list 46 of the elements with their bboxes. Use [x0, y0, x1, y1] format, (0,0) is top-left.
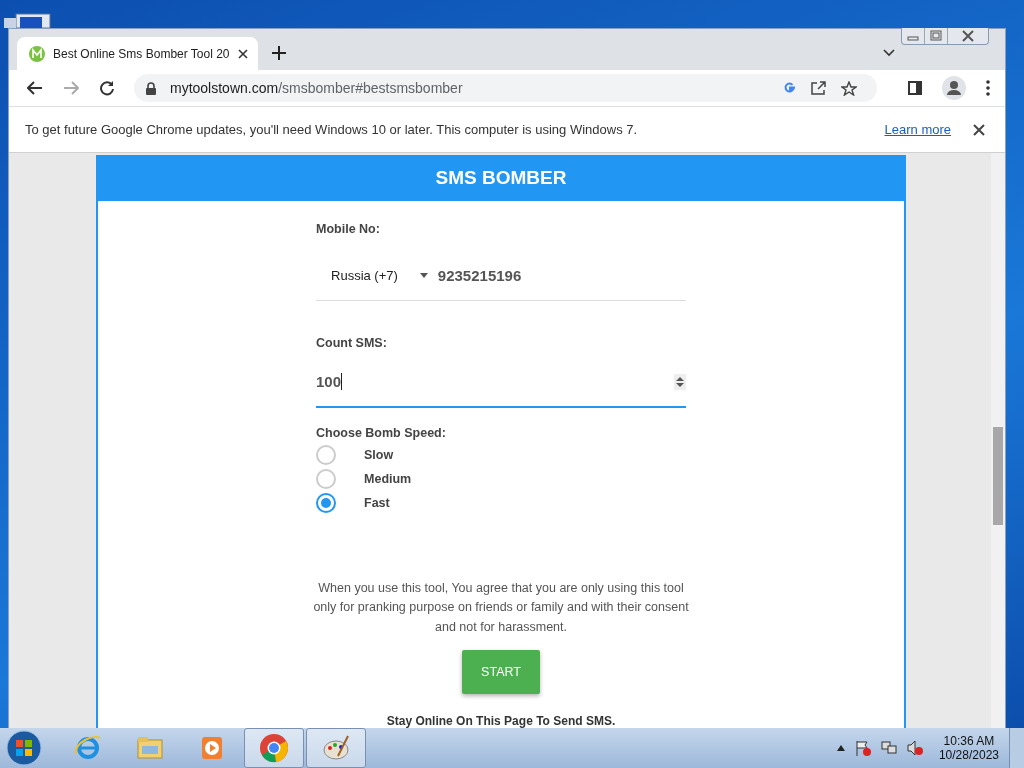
chrome-icon	[258, 732, 290, 764]
caret-icon	[419, 273, 428, 278]
speed-option-label[interactable]: Slow	[364, 447, 394, 462]
disclaimer-text: When you use this tool, You agree that you are only using this tool only for pranking purpose on friends or family and with their consent and not for harassment.	[312, 579, 690, 636]
mobile-label: Mobile No:	[316, 221, 381, 236]
browser-tab[interactable]: Best Online Sms Bomber Tool 20	[17, 37, 258, 70]
speaker-muted-icon[interactable]	[906, 740, 923, 756]
side-panel-icon[interactable]	[908, 81, 922, 95]
speed-label: Choose Bomb Speed:	[316, 425, 447, 440]
radio-button[interactable]	[316, 468, 336, 489]
new-tab-icon[interactable]	[271, 46, 286, 60]
speed-option-label[interactable]: Fast	[364, 495, 390, 510]
taskbar-button[interactable]	[244, 728, 304, 768]
menu-icon[interactable]	[986, 80, 990, 96]
flag-icon[interactable]	[854, 740, 871, 756]
count-field[interactable]: 100	[316, 357, 686, 408]
country-dropdown[interactable]: Russia (+7)	[316, 268, 428, 283]
speed-option-label[interactable]: Medium	[364, 471, 412, 486]
lock-icon	[146, 81, 156, 95]
taskbar-button[interactable]	[306, 728, 366, 768]
count-label: Count SMS:	[316, 335, 388, 350]
address-bar[interactable]: mytoolstown.com/smsbomber#bestsmsbomber	[134, 74, 877, 102]
start-orb-icon[interactable]	[6, 730, 42, 766]
chevron-down-icon[interactable]	[883, 49, 895, 57]
scrollbar-thumb[interactable]	[993, 427, 1003, 525]
spinner-icon[interactable]	[674, 373, 686, 390]
star-icon[interactable]	[841, 80, 857, 96]
radio-button[interactable]	[316, 444, 336, 465]
learn-more-link[interactable]: Learn more	[884, 122, 951, 137]
update-message: To get future Google Chrome updates, you'll need Windows 10 or later. This computer is using Windows 7.	[25, 122, 638, 137]
radio-button[interactable]	[316, 492, 336, 513]
footer-note: Stay Online On This Page To Send SMS.	[386, 714, 616, 728]
back-arrow-icon[interactable]	[27, 81, 43, 95]
phone-number: 9235215196	[437, 267, 522, 284]
reload-icon[interactable]	[99, 80, 115, 96]
show-hidden-icons-icon[interactable]	[836, 745, 845, 751]
close-icon[interactable]	[973, 123, 985, 136]
profile-icon[interactable]	[942, 76, 966, 100]
site-logo-icon	[29, 45, 45, 62]
phone-field[interactable]: Russia (+7) 9235215196	[316, 251, 686, 301]
card-header: SMS BOMBER	[98, 155, 905, 201]
close-icon[interactable]	[237, 48, 248, 59]
clock-date[interactable]: 10/28/2023	[938, 748, 999, 762]
clock-time[interactable]: 10:36 AM	[943, 734, 995, 748]
network-icon[interactable]	[880, 740, 897, 756]
share-icon[interactable]	[811, 81, 827, 95]
